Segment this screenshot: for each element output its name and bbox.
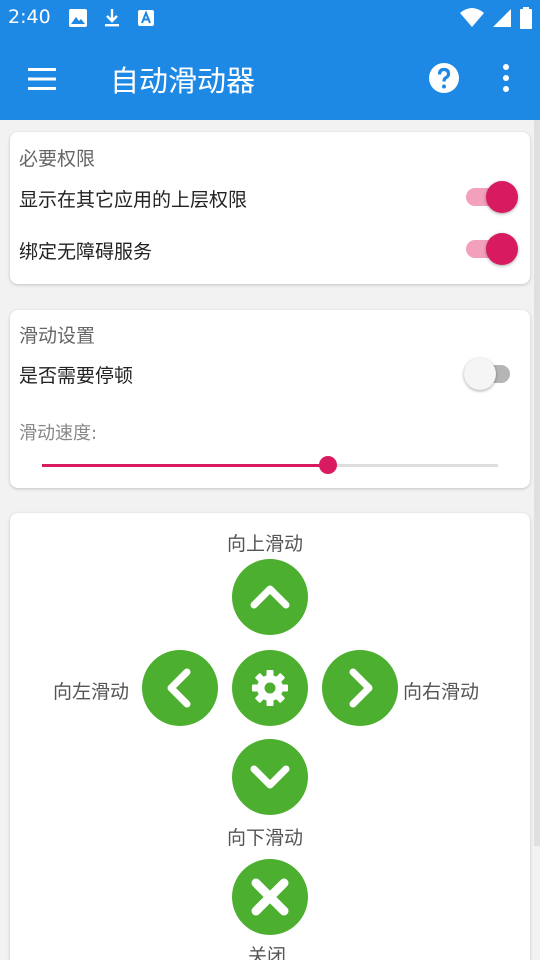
settings-button[interactable] (232, 650, 308, 726)
status-time: 2:40 (8, 6, 51, 28)
wifi-icon (460, 8, 484, 27)
accessibility-service-switch[interactable] (464, 231, 520, 267)
up-label: 向上滑动 (227, 533, 304, 555)
permissions-card: 必要权限 显示在其它应用的上层权限 绑定无障碍服务 (10, 132, 530, 284)
download-icon (105, 9, 119, 27)
gear-icon (252, 670, 288, 706)
chevron-left-icon (167, 668, 191, 708)
image-icon (69, 9, 87, 27)
close-button[interactable] (232, 859, 308, 935)
switch-thumb (464, 358, 496, 390)
chevron-down-icon (250, 765, 290, 789)
right-label: 向右滑动 (403, 681, 480, 703)
slider-thumb[interactable] (319, 456, 338, 474)
app-bar: 自动滑动器 (0, 36, 540, 120)
controls-card: 向上滑动 向左滑动 向右滑动 向下滑动 关闭 (10, 513, 530, 960)
chevron-up-icon (250, 585, 290, 609)
swipe-right-button[interactable] (322, 650, 398, 726)
switch-thumb (486, 181, 518, 213)
pause-label: 是否需要停顿 (19, 365, 134, 387)
page-title: 自动滑动器 (110, 64, 256, 98)
close-label: 关闭 (248, 945, 287, 960)
chevron-right-icon (349, 668, 373, 708)
permissions-title: 必要权限 (19, 148, 96, 170)
slide-settings-title: 滑动设置 (19, 325, 96, 347)
swipe-down-button[interactable] (232, 739, 308, 815)
swipe-up-button[interactable] (232, 559, 308, 635)
down-label: 向下滑动 (227, 827, 304, 849)
status-bar: 2:40 (0, 0, 540, 36)
pause-switch[interactable] (464, 356, 520, 392)
accessibility-service-label: 绑定无障碍服务 (19, 241, 153, 263)
speed-label: 滑动速度: (19, 423, 98, 444)
speed-slider[interactable] (42, 455, 498, 475)
signal-icon (493, 9, 511, 27)
scrollbar[interactable] (534, 120, 540, 846)
slider-fill (42, 464, 329, 467)
font-icon (138, 10, 154, 26)
more-vert-icon[interactable] (500, 62, 512, 94)
battery-icon (520, 7, 532, 29)
close-icon (251, 878, 289, 916)
left-label: 向左滑动 (53, 681, 130, 703)
help-icon[interactable] (428, 62, 460, 94)
menu-icon[interactable] (26, 67, 58, 91)
slide-settings-card: 滑动设置 是否需要停顿 滑动速度: (10, 310, 530, 488)
overlay-permission-switch[interactable] (464, 179, 520, 215)
overlay-permission-label: 显示在其它应用的上层权限 (19, 189, 248, 211)
switch-thumb (486, 233, 518, 265)
swipe-left-button[interactable] (142, 650, 218, 726)
